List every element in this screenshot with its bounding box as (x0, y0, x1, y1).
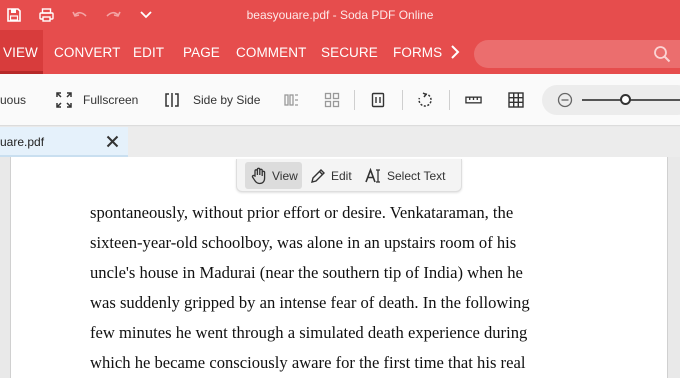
menu-view[interactable]: VIEW (0, 30, 43, 74)
select-text-button[interactable]: Select Text (365, 162, 460, 189)
edit-mode-label: Edit (331, 168, 352, 183)
side-by-side-button[interactable]: Side by Side (193, 93, 260, 107)
view-mode-label: View (272, 168, 298, 183)
page-layout-icon[interactable] (323, 91, 340, 108)
document-tab-name: uare.pdf (0, 135, 45, 149)
continuous-button[interactable]: uous (0, 93, 26, 107)
close-icon[interactable] (106, 135, 119, 148)
document-text-line: uncle's house in Madurai (near the south… (90, 263, 523, 282)
pencil-icon (309, 167, 327, 185)
search-input[interactable] (486, 44, 646, 64)
toolbar-divider (354, 90, 355, 110)
text-cursor-icon (365, 167, 383, 185)
document-tab-strip: uare.pdf (0, 127, 680, 157)
split-view-icon[interactable] (163, 91, 180, 108)
zoom-out-icon[interactable] (556, 91, 573, 108)
view-toolbar: uous Fullscreen Side by Side (0, 74, 680, 126)
single-page-icon[interactable] (369, 91, 386, 108)
document-tab[interactable]: uare.pdf (0, 127, 128, 157)
select-text-label: Select Text (387, 168, 446, 183)
menu-secure[interactable]: SECURE (321, 30, 378, 74)
document-text-line: was suddenly gripped by an intense fear … (90, 293, 530, 312)
document-text-line: which he became consciously aware for th… (90, 353, 526, 372)
menu-edit[interactable]: EDIT (133, 30, 164, 74)
toolbar-divider (402, 90, 403, 110)
mode-bar: View Edit Select Text (236, 159, 462, 192)
document-text-line: sixteen-year-old schoolboy, was alone in… (90, 233, 517, 252)
fullscreen-button[interactable]: Fullscreen (83, 93, 138, 107)
grid-icon[interactable] (507, 91, 524, 108)
menu-page[interactable]: PAGE (183, 30, 220, 74)
menu-comment[interactable]: COMMENT (236, 30, 306, 74)
search-box[interactable] (474, 40, 680, 68)
menu-forms[interactable]: FORMS (393, 30, 442, 74)
edit-mode-button[interactable]: Edit (309, 162, 359, 189)
document-text-line: spontaneously, without prior effort or d… (90, 203, 514, 222)
hand-icon (250, 167, 268, 185)
menu-convert[interactable]: CONVERT (54, 30, 120, 74)
window-title: beasyouare.pdf - Soda PDF Online (246, 8, 434, 22)
fullscreen-icon[interactable] (55, 91, 72, 108)
ruler-icon[interactable] (465, 91, 482, 108)
chevron-right-icon[interactable] (449, 43, 461, 61)
rotate-icon[interactable] (416, 91, 433, 108)
toolbar-divider (449, 90, 450, 110)
thumbnails-icon[interactable] (282, 91, 299, 108)
document-text-line: few minutes he went through a simulated … (90, 323, 528, 342)
search-icon[interactable] (653, 45, 671, 63)
title-bar: beasyouare.pdf - Soda PDF Online (0, 0, 680, 30)
view-mode-button[interactable]: View (245, 162, 302, 189)
